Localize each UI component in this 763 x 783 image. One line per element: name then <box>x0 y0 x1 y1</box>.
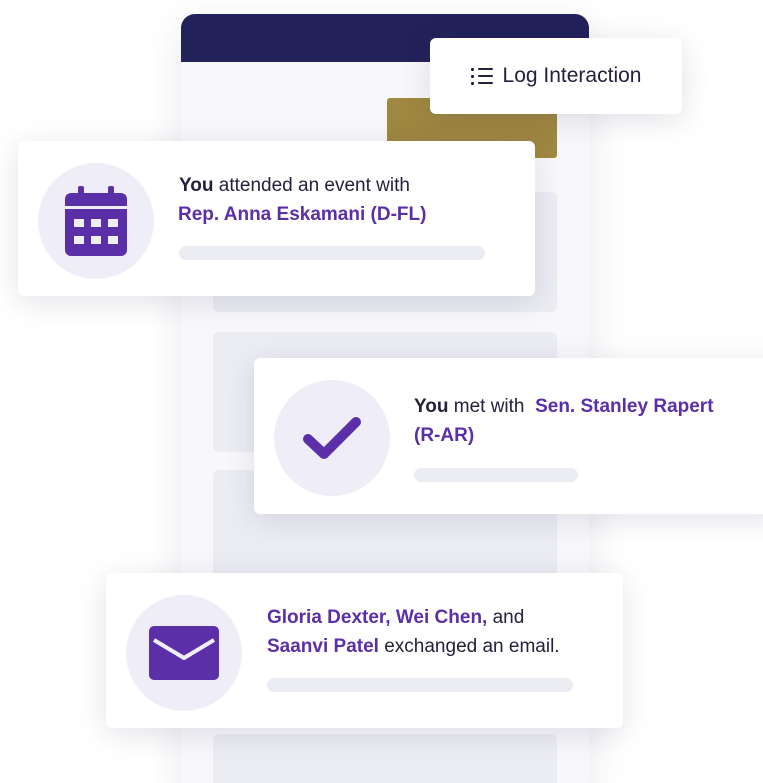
skeleton-line <box>267 678 573 692</box>
activity-illustration: Log Interaction You attended an event wi… <box>0 0 763 783</box>
skeleton-line <box>179 246 485 260</box>
placeholder-block <box>213 734 557 783</box>
action-text: exchanged an email. <box>378 636 560 657</box>
actor-you: You <box>414 396 449 417</box>
activity-text: You attended an event with Rep. Anna Esk… <box>178 171 518 229</box>
contact-party: (R-AR) <box>414 425 475 446</box>
activity-text: Gloria Dexter, Wei Chen, and Saanvi Pate… <box>267 603 617 661</box>
list-icon <box>470 67 493 85</box>
action-text: attended an event with <box>213 175 410 196</box>
activity-text: You met with Sen. Stanley Rapert (R-AR) <box>414 392 754 450</box>
icon-badge <box>38 163 154 279</box>
calendar-icon <box>65 186 127 256</box>
activity-card-email: Gloria Dexter, Wei Chen, and Saanvi Pate… <box>106 573 623 728</box>
contact-link[interactable]: Sen. Stanley Rapert <box>535 396 713 417</box>
icon-badge <box>126 595 242 711</box>
contact-link[interactable]: Rep. Anna Eskamani (D-FL) <box>178 204 426 225</box>
activity-card-event: You attended an event with Rep. Anna Esk… <box>18 141 535 296</box>
activity-card-meeting: You met with Sen. Stanley Rapert (R-AR) <box>254 358 763 514</box>
actor-you: You <box>179 175 214 196</box>
log-interaction-label: Log Interaction <box>502 64 642 87</box>
skeleton-line <box>414 468 578 482</box>
log-interaction-button[interactable]: Log Interaction <box>430 38 682 114</box>
contact-link[interactable]: Saanvi Patel <box>267 636 379 657</box>
icon-badge <box>274 380 390 496</box>
envelope-icon <box>149 626 219 680</box>
action-text: met with <box>448 396 525 417</box>
contact-links[interactable]: Gloria Dexter, Wei Chen, <box>267 607 487 628</box>
conjunction-text: and <box>487 607 525 628</box>
checkmark-icon <box>303 417 361 459</box>
